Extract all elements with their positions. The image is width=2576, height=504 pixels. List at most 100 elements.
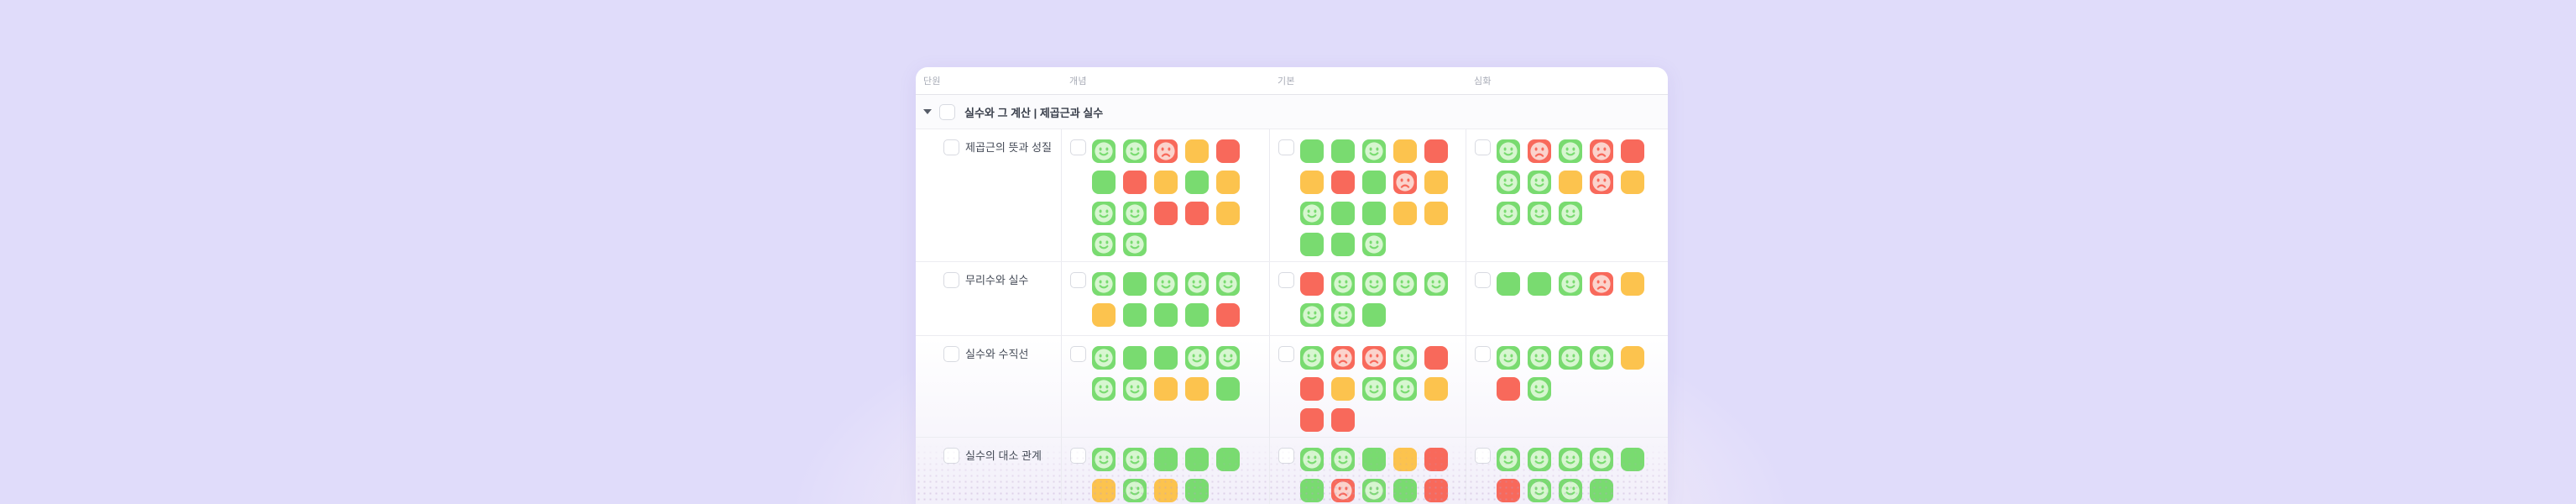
concept-checkbox[interactable] <box>1070 346 1086 362</box>
tile-green-smiley[interactable] <box>1528 479 1551 502</box>
unit-checkbox[interactable] <box>943 272 959 288</box>
unit-checkbox[interactable] <box>943 139 959 155</box>
unit-checkbox[interactable] <box>943 448 959 464</box>
tile-orange[interactable] <box>1621 171 1644 194</box>
tile-green-smiley[interactable] <box>1559 272 1582 296</box>
tile-green-smiley[interactable] <box>1300 202 1324 225</box>
tile-green[interactable] <box>1154 346 1178 370</box>
tile-red[interactable] <box>1424 479 1448 502</box>
tile-red-frowny[interactable] <box>1331 346 1355 370</box>
tile-green-smiley[interactable] <box>1300 346 1324 370</box>
tile-red[interactable] <box>1331 171 1355 194</box>
tile-green[interactable] <box>1154 303 1178 327</box>
concept-checkbox[interactable] <box>1070 272 1086 288</box>
tile-green-smiley[interactable] <box>1528 448 1551 471</box>
advanced-checkbox[interactable] <box>1475 139 1491 155</box>
tile-orange[interactable] <box>1621 346 1644 370</box>
concept-checkbox[interactable] <box>1070 139 1086 155</box>
tile-orange[interactable] <box>1393 448 1417 471</box>
tile-orange[interactable] <box>1154 171 1178 194</box>
tile-green[interactable] <box>1362 303 1386 327</box>
tile-green-smiley[interactable] <box>1528 171 1551 194</box>
tile-green[interactable] <box>1300 479 1324 502</box>
tile-green-smiley[interactable] <box>1092 448 1116 471</box>
tile-green-smiley[interactable] <box>1424 272 1448 296</box>
tile-orange[interactable] <box>1300 171 1324 194</box>
tile-orange[interactable] <box>1393 139 1417 163</box>
tile-green-smiley[interactable] <box>1362 377 1386 401</box>
tile-green[interactable] <box>1331 233 1355 256</box>
tile-green-smiley[interactable] <box>1092 233 1116 256</box>
tile-red[interactable] <box>1497 377 1520 401</box>
tile-red[interactable] <box>1123 171 1147 194</box>
tile-orange[interactable] <box>1424 202 1448 225</box>
tile-green[interactable] <box>1216 377 1240 401</box>
tile-green-smiley[interactable] <box>1497 171 1520 194</box>
tile-green-smiley[interactable] <box>1590 448 1613 471</box>
tile-green-smiley[interactable] <box>1123 479 1147 502</box>
tile-green[interactable] <box>1621 448 1644 471</box>
tile-green-smiley[interactable] <box>1559 202 1582 225</box>
tile-red[interactable] <box>1621 139 1644 163</box>
tile-orange[interactable] <box>1424 377 1448 401</box>
tile-green-smiley[interactable] <box>1154 272 1178 296</box>
tile-green-smiley[interactable] <box>1185 346 1209 370</box>
tile-green[interactable] <box>1331 202 1355 225</box>
tile-red[interactable] <box>1300 272 1324 296</box>
tile-green-smiley[interactable] <box>1528 377 1551 401</box>
tile-red-frowny[interactable] <box>1393 171 1417 194</box>
tile-green-smiley[interactable] <box>1393 377 1417 401</box>
tile-green[interactable] <box>1154 448 1178 471</box>
tile-green[interactable] <box>1362 448 1386 471</box>
tile-green-smiley[interactable] <box>1123 233 1147 256</box>
collapse-arrow-icon[interactable] <box>923 109 932 114</box>
tile-red[interactable] <box>1497 479 1520 502</box>
concept-checkbox[interactable] <box>1070 448 1086 464</box>
tile-orange[interactable] <box>1216 171 1240 194</box>
tile-orange[interactable] <box>1092 479 1116 502</box>
advanced-checkbox[interactable] <box>1475 448 1491 464</box>
tile-green[interactable] <box>1123 303 1147 327</box>
tile-orange[interactable] <box>1216 202 1240 225</box>
tile-green-smiley[interactable] <box>1331 303 1355 327</box>
tile-orange[interactable] <box>1154 479 1178 502</box>
tile-green-smiley[interactable] <box>1092 346 1116 370</box>
tile-green-smiley[interactable] <box>1497 448 1520 471</box>
tile-green[interactable] <box>1185 171 1209 194</box>
tile-green-smiley[interactable] <box>1123 448 1147 471</box>
tile-red-frowny[interactable] <box>1590 139 1613 163</box>
tile-green-smiley[interactable] <box>1559 346 1582 370</box>
tile-green-smiley[interactable] <box>1331 448 1355 471</box>
tile-red[interactable] <box>1185 202 1209 225</box>
tile-green-smiley[interactable] <box>1590 346 1613 370</box>
group-checkbox[interactable] <box>939 104 955 120</box>
tile-green[interactable] <box>1185 448 1209 471</box>
tile-red[interactable] <box>1424 448 1448 471</box>
tile-green[interactable] <box>1216 448 1240 471</box>
tile-orange[interactable] <box>1185 139 1209 163</box>
tile-red-frowny[interactable] <box>1590 171 1613 194</box>
tile-green[interactable] <box>1092 171 1116 194</box>
tile-green[interactable] <box>1362 171 1386 194</box>
tile-green-smiley[interactable] <box>1216 272 1240 296</box>
tile-green-smiley[interactable] <box>1092 202 1116 225</box>
tile-red[interactable] <box>1300 408 1324 432</box>
basic-checkbox[interactable] <box>1278 272 1294 288</box>
tile-green-smiley[interactable] <box>1092 272 1116 296</box>
tile-green-smiley[interactable] <box>1362 479 1386 502</box>
tile-red[interactable] <box>1154 202 1178 225</box>
tile-green-smiley[interactable] <box>1393 346 1417 370</box>
tile-green-smiley[interactable] <box>1393 272 1417 296</box>
tile-green-smiley[interactable] <box>1216 346 1240 370</box>
tile-green[interactable] <box>1300 139 1324 163</box>
tile-red[interactable] <box>1424 139 1448 163</box>
tile-orange[interactable] <box>1559 171 1582 194</box>
tile-green-smiley[interactable] <box>1092 377 1116 401</box>
tile-green-smiley[interactable] <box>1559 139 1582 163</box>
tile-green-smiley[interactable] <box>1497 139 1520 163</box>
tile-green[interactable] <box>1528 272 1551 296</box>
tile-green-smiley[interactable] <box>1559 479 1582 502</box>
basic-checkbox[interactable] <box>1278 139 1294 155</box>
tile-green-smiley[interactable] <box>1331 272 1355 296</box>
tile-red-frowny[interactable] <box>1331 479 1355 502</box>
